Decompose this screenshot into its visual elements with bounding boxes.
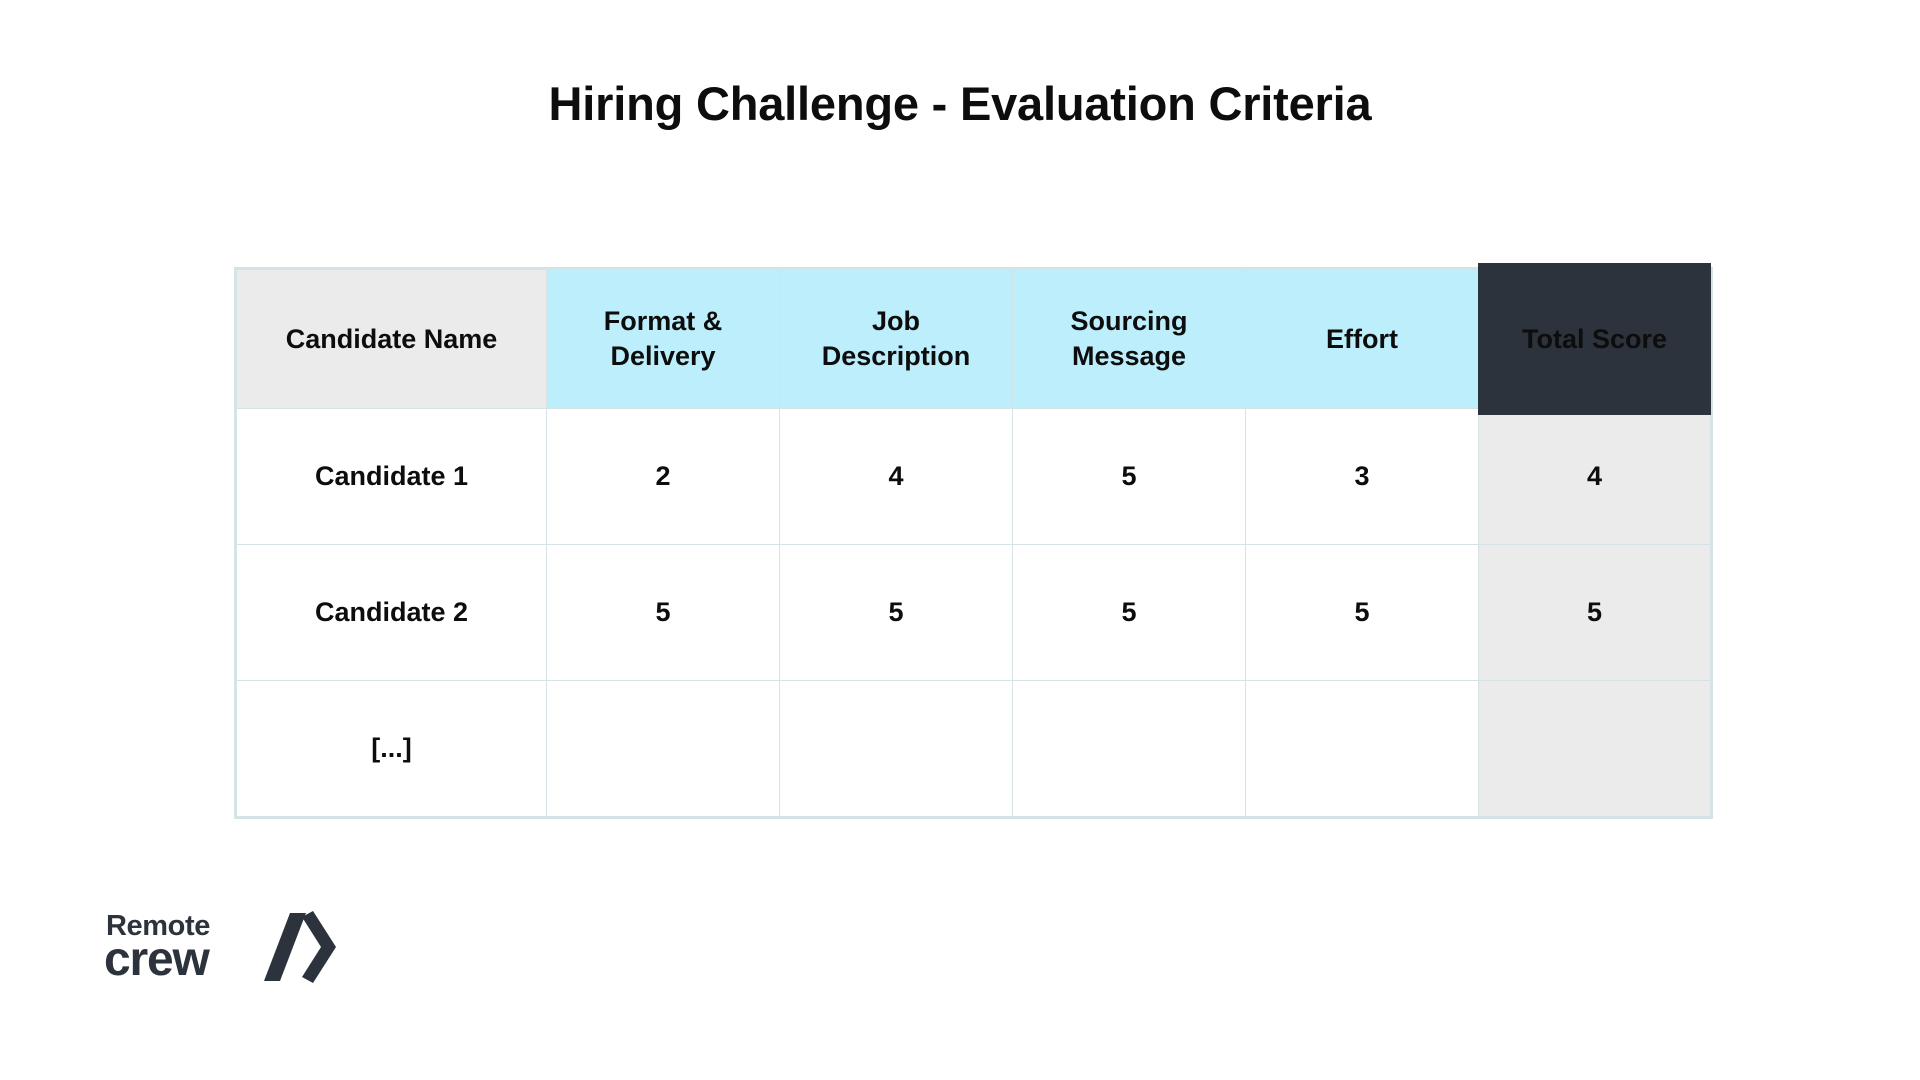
cell-job-description: 4 — [779, 408, 1013, 545]
table-row: [...] — [236, 680, 1711, 817]
evaluation-table-container: Candidate Name Format & Delivery Job Des… — [236, 263, 1712, 817]
column-header-format-delivery: Format & Delivery — [546, 269, 780, 409]
header-line-1: Job — [871, 306, 920, 337]
cell-format-delivery: 2 — [546, 408, 780, 545]
header-line-2: Description — [821, 341, 971, 371]
column-header-candidate-name: Candidate Name — [236, 269, 547, 409]
cell-effort — [1245, 680, 1479, 817]
header-line-2: Message — [1071, 341, 1187, 371]
header-line-1: Total Score — [1521, 323, 1668, 354]
page-title: Hiring Challenge - Evaluation Criteria — [548, 77, 1372, 130]
cell-sourcing-message — [1012, 680, 1246, 817]
cell-sourcing-message: 5 — [1012, 408, 1246, 545]
header-line-1: Sourcing — [1070, 306, 1188, 337]
cell-candidate-name: [...] — [236, 680, 547, 817]
header-line-1: Candidate Name — [285, 323, 498, 354]
header-line-2: Delivery — [610, 341, 716, 371]
cell-total-score: 5 — [1478, 544, 1711, 681]
cell-effort: 5 — [1245, 544, 1479, 681]
cell-candidate-name: Candidate 1 — [236, 408, 547, 545]
cell-total-score — [1478, 680, 1711, 817]
cell-sourcing-message: 5 — [1012, 544, 1246, 681]
column-header-total-score: Total Score — [1478, 263, 1712, 416]
header-line-1: Format & — [603, 306, 723, 337]
cell-candidate-name: Candidate 2 — [236, 544, 547, 681]
cell-total-score: 4 — [1478, 408, 1711, 545]
column-header-effort: Effort — [1245, 269, 1479, 409]
column-header-sourcing-message: Sourcing Message — [1012, 269, 1246, 409]
remote-crew-logo: Remote crew — [104, 908, 336, 986]
cell-effort: 3 — [1245, 408, 1479, 545]
table-row: Candidate 1 2 4 5 3 4 — [236, 408, 1711, 545]
logo-text-crew: crew — [104, 933, 210, 986]
column-header-job-description: Job Description — [779, 269, 1013, 409]
header-line-1: Effort — [1326, 323, 1398, 354]
slide-canvas: Hiring Challenge - Evaluation Criteria C… — [0, 0, 1920, 1080]
evaluation-table: Candidate Name Format & Delivery Job Des… — [236, 263, 1712, 817]
slash-chevron-icon — [244, 911, 336, 988]
cell-job-description: 5 — [779, 544, 1013, 681]
cell-format-delivery: 5 — [546, 544, 780, 681]
table-header-row: Candidate Name Format & Delivery Job Des… — [236, 263, 1712, 416]
cell-format-delivery — [546, 680, 780, 817]
table-row: Candidate 2 5 5 5 5 5 — [236, 544, 1711, 681]
cell-job-description — [779, 680, 1013, 817]
